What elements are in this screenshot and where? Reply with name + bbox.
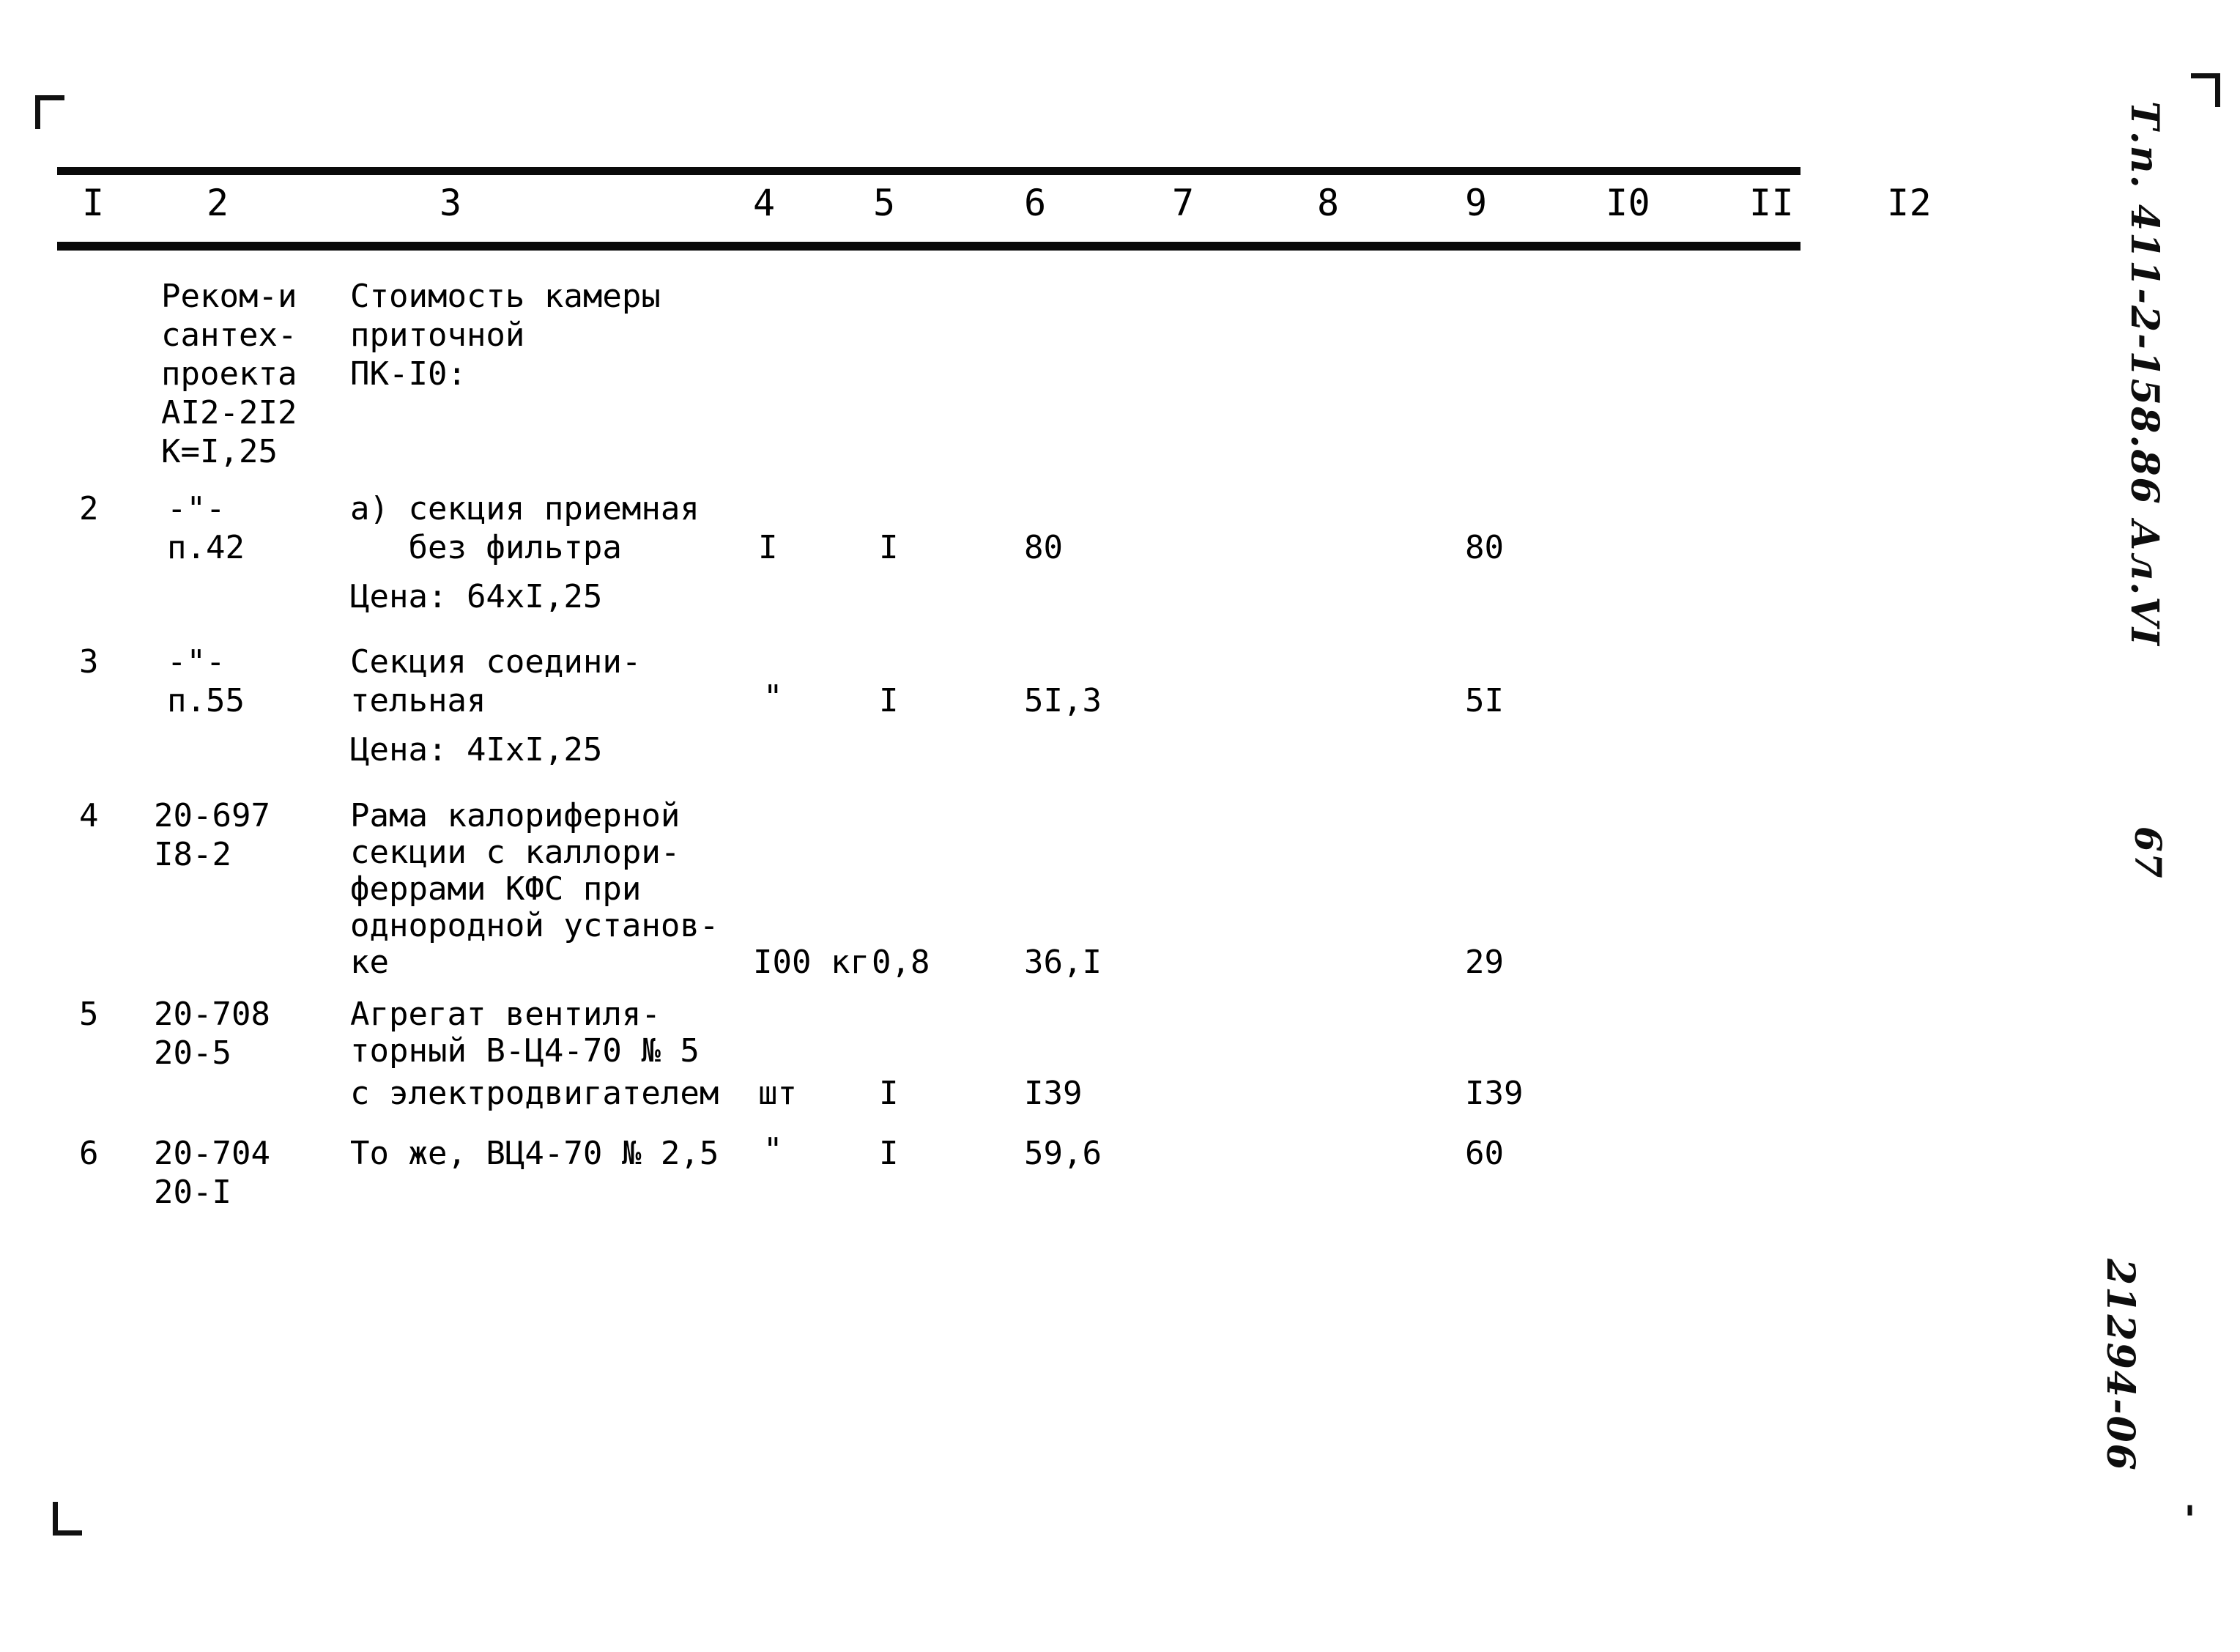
row-5-index: 5 <box>79 996 99 1033</box>
row-2-col2-source: -"- п.42 <box>167 490 245 566</box>
row-3-col5-quantity: I <box>879 682 899 719</box>
row-6-col2-source: 20-704 20-I <box>154 1135 270 1211</box>
scanned-page: I 2 3 4 5 6 7 8 9 I0 II I2 Реком-и санте… <box>0 0 2240 1652</box>
row-4-col6-unit-cost: 36,I <box>1024 944 1102 981</box>
row-5-col3-line3: с электродвигателем <box>350 1075 719 1112</box>
row-0-col3-description: Стоимость камеры приточной ПК-I0: <box>350 278 661 393</box>
row-0-col2-source: Реком-и сантех- проекта АI2-2I2 К=I,25 <box>161 278 297 470</box>
row-3-col9-total: 5I <box>1465 682 1504 719</box>
row-4-col2-source: 20-697 I8-2 <box>154 797 270 873</box>
column-header-12: I2 <box>1887 182 1932 224</box>
row-2-col4-unit: I <box>758 529 778 566</box>
column-header-11: II <box>1749 182 1795 224</box>
row-2-col6-unit-cost: 80 <box>1024 529 1063 566</box>
margin-spec-title: Т.п. 411-2-158.86 Ал.VI <box>2122 101 2167 648</box>
row-3-col2-source: -"- п.55 <box>167 643 245 719</box>
row-2-col3-line2: без фильтра <box>350 529 622 566</box>
margin-page-number: 67 <box>2126 826 2170 879</box>
row-3-col6-unit-cost: 5I,3 <box>1024 682 1102 719</box>
row-6-col4-unit: " <box>763 1131 783 1168</box>
column-header-5: 5 <box>873 182 896 224</box>
column-header-1: I <box>82 182 105 224</box>
row-6-col3-line1: То же, ВЦ4-70 № 2,5 <box>350 1135 719 1172</box>
row-3-col4-unit: " <box>763 678 783 716</box>
table-rule-bottom <box>57 242 1800 251</box>
column-header-4: 4 <box>753 182 776 224</box>
column-header-8: 8 <box>1317 182 1340 224</box>
row-4-col4-unit: I00 кг <box>753 944 869 981</box>
row-6-col6-unit-cost: 59,6 <box>1024 1135 1102 1172</box>
column-header-3: 3 <box>440 182 462 224</box>
row-5-col3-line1: Агрегат вентиля- <box>350 996 661 1033</box>
column-header-9: 9 <box>1465 182 1488 224</box>
table-rule-top <box>57 167 1800 175</box>
row-4-col9-total: 29 <box>1465 944 1504 981</box>
column-header-2: 2 <box>207 182 229 224</box>
row-3-index: 3 <box>79 643 99 681</box>
row-5-col3-line2: торный В-Ц4-70 № 5 <box>350 1032 700 1070</box>
column-header-7: 7 <box>1172 182 1195 224</box>
row-4-col3-line3: феррами КФС при <box>350 870 642 908</box>
row-6-col9-total: 60 <box>1465 1135 1504 1172</box>
margin-bottom-dash: - <box>2173 1503 2212 1519</box>
row-5-col4-unit: шт <box>758 1075 797 1112</box>
row-4-col3-line1: Рама калориферной <box>350 797 680 834</box>
column-header-6: 6 <box>1024 182 1047 224</box>
row-3-col3-line2: тельная <box>350 682 486 719</box>
row-2-index: 2 <box>79 490 99 527</box>
row-2-col9-total: 80 <box>1465 529 1504 566</box>
row-5-col6-unit-cost: I39 <box>1024 1075 1083 1112</box>
row-2-col3-line1: а) секция приемная <box>350 490 700 527</box>
row-4-index: 4 <box>79 797 99 834</box>
row-4-col5-quantity: 0,8 <box>872 944 930 981</box>
row-6-col5-quantity: I <box>879 1135 899 1172</box>
margin-archive-code: 21294-06 <box>2098 1259 2143 1472</box>
row-3-col3-price: Цена: 4IхI,25 <box>350 731 603 768</box>
registration-mark-top-left <box>35 95 69 129</box>
row-5-col9-total: I39 <box>1465 1075 1524 1112</box>
row-4-col3-line2: секции с каллори- <box>350 834 680 871</box>
registration-mark-bottom-left <box>53 1502 86 1536</box>
row-4-col3-line4: однородной установ- <box>350 907 719 944</box>
table-column-header-row: I 2 3 4 5 6 7 8 9 I0 II I2 <box>0 182 1932 233</box>
row-5-col5-quantity: I <box>879 1075 899 1112</box>
row-5-col2-source: 20-708 20-5 <box>154 996 270 1072</box>
row-2-col3-price: Цена: 64хI,25 <box>350 578 603 615</box>
registration-mark-top-right <box>2187 73 2220 107</box>
row-4-col3-line5: ке <box>350 944 389 981</box>
row-2-col5-quantity: I <box>879 529 899 566</box>
column-header-10: I0 <box>1606 182 1651 224</box>
row-6-index: 6 <box>79 1135 99 1172</box>
row-3-col3-line1: Секция соедини- <box>350 643 642 681</box>
